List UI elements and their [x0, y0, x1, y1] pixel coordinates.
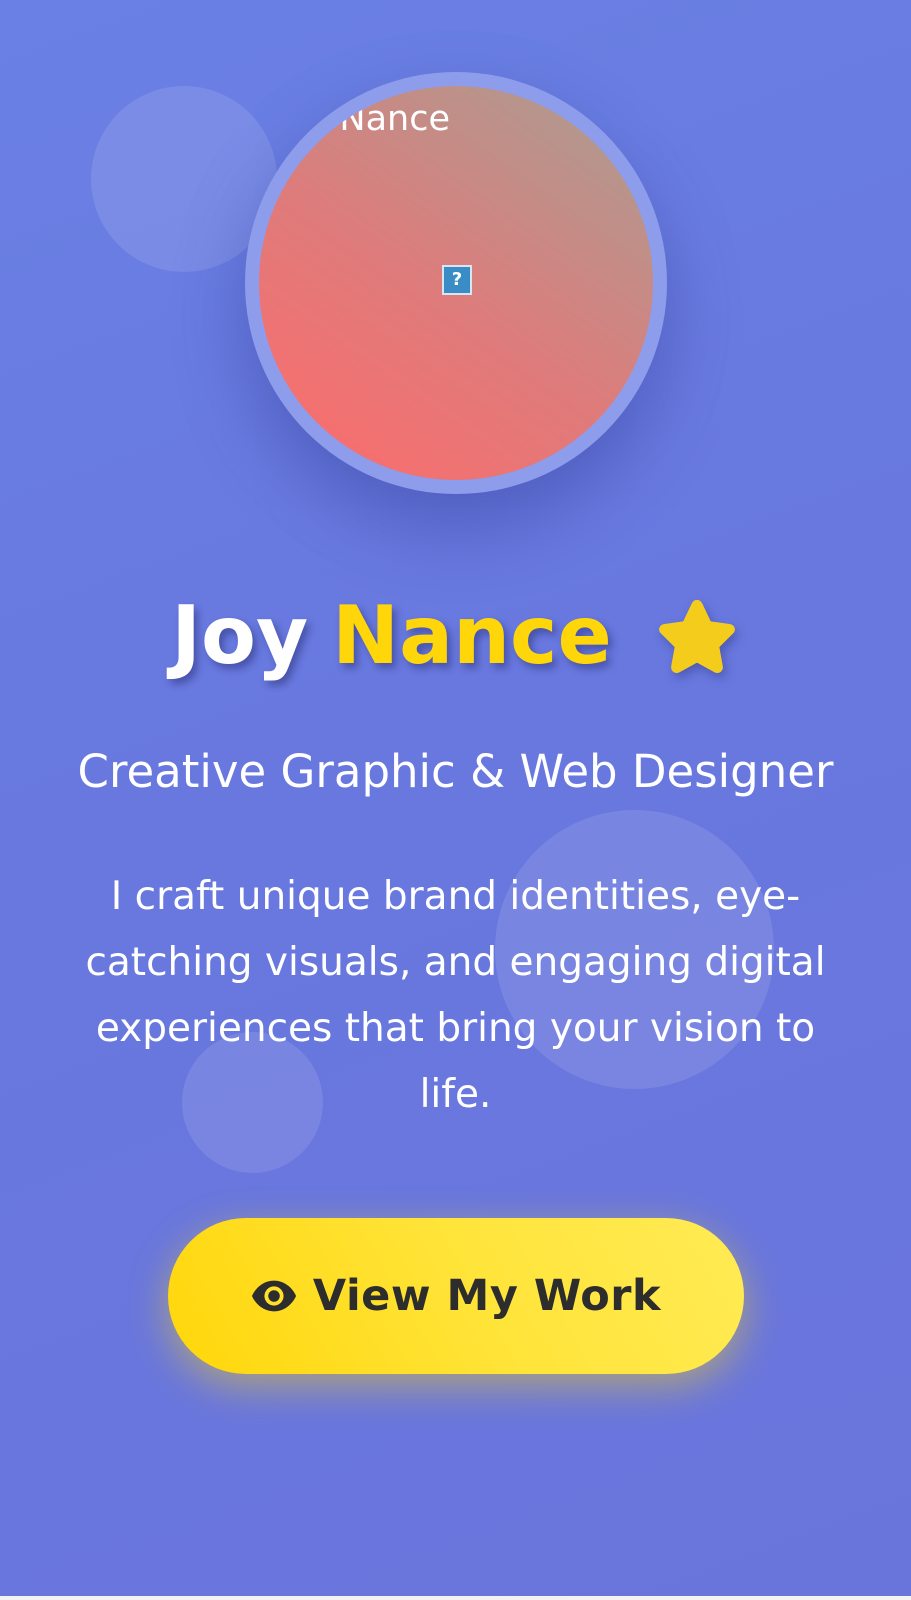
star-icon — [658, 599, 735, 673]
view-my-work-label: View My Work — [312, 1271, 662, 1321]
page-bottom-divider — [0, 1596, 911, 1600]
name-last: Nance — [332, 589, 612, 682]
name-first: Joy — [171, 589, 309, 682]
eye-icon — [251, 1280, 296, 1312]
tagline: Creative Graphic & Web Designer — [77, 745, 834, 798]
avatar-image: Joy Nance ? — [259, 86, 653, 480]
broken-image-icon: ? — [442, 265, 472, 295]
view-my-work-button[interactable]: View My Work — [168, 1218, 744, 1374]
bio-text: I craft unique brand identities, eye-cat… — [85, 874, 826, 1117]
avatar-alt-text: Joy Nance — [275, 99, 450, 139]
profile-avatar: Joy Nance ? — [245, 72, 667, 494]
page-title: Joy Nance — [0, 586, 911, 686]
